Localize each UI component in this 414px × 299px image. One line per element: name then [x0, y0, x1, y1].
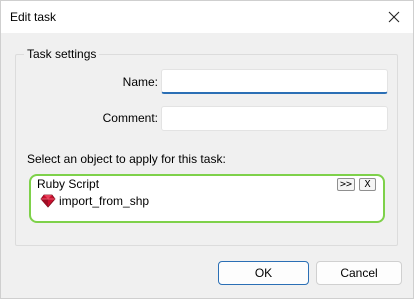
close-icon — [388, 11, 400, 23]
name-label: Name: — [122, 75, 158, 89]
comment-input[interactable] — [161, 106, 388, 131]
object-select-prompt: Select an object to apply for this task: — [27, 152, 226, 166]
title-bar: Edit task — [1, 1, 413, 33]
dialog-title: Edit task — [10, 10, 57, 24]
edit-task-dialog: Edit task Task settings Name: Comment: S… — [0, 0, 414, 299]
task-settings-label: Task settings — [24, 47, 100, 61]
dialog-body: Task settings Name: Comment: Select an o… — [1, 33, 413, 298]
object-type-label: Ruby Script — [37, 177, 100, 191]
object-selector[interactable]: Ruby Script >> X import_from_shp — [29, 174, 385, 223]
name-input[interactable] — [161, 69, 388, 94]
object-item-label: import_from_shp — [59, 194, 150, 208]
comment-label: Comment: — [102, 111, 158, 125]
expand-button[interactable]: >> — [337, 178, 355, 191]
object-item[interactable]: import_from_shp — [40, 194, 149, 208]
ok-button[interactable]: OK — [218, 261, 309, 285]
ruby-icon — [40, 194, 56, 208]
close-button[interactable] — [375, 1, 413, 33]
remove-button[interactable]: X — [359, 178, 376, 191]
cancel-button[interactable]: Cancel — [316, 261, 402, 285]
